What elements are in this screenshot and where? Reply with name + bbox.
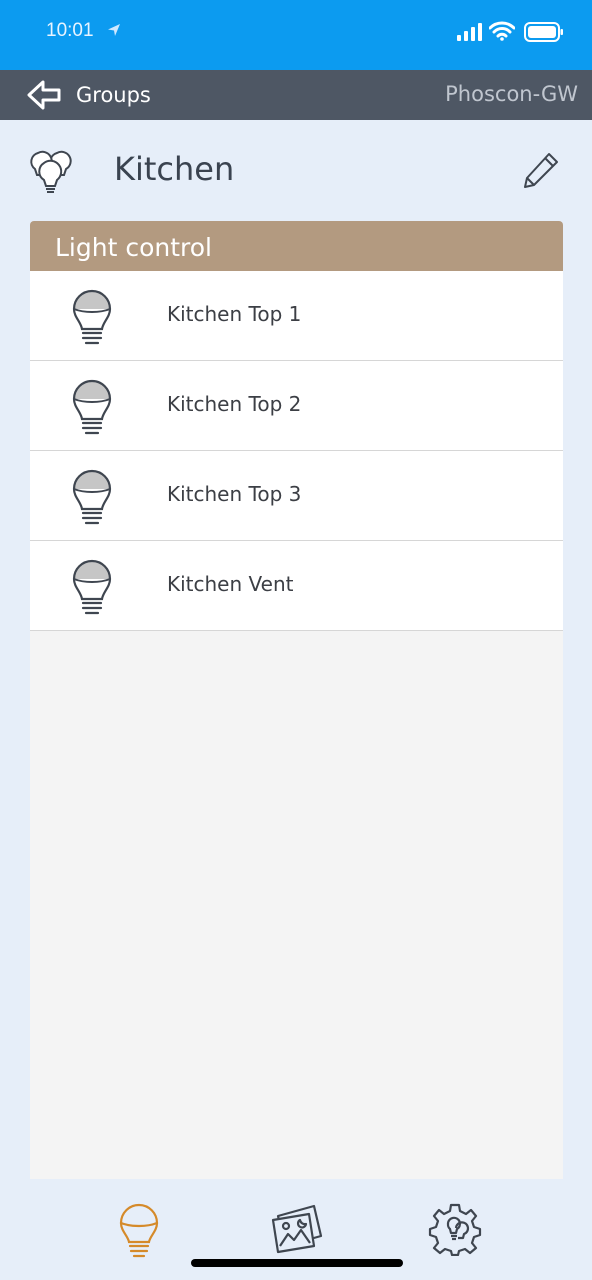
light-name: Kitchen Vent <box>167 572 294 596</box>
tab-lights-bulb-icon[interactable] <box>116 1202 162 1258</box>
status-bar: 10:01 <box>0 0 592 70</box>
light-row-kitchen-vent[interactable]: Kitchen Vent <box>30 541 563 631</box>
tab-settings-gear-icon[interactable] <box>428 1202 482 1256</box>
light-row-kitchen-top-1[interactable]: Kitchen Top 1 <box>30 271 563 361</box>
panel-title: Light control <box>30 221 563 271</box>
page-title: Kitchen <box>114 150 235 188</box>
nav-bar: Groups Phoscon-GW <box>0 70 592 120</box>
pencil-icon[interactable] <box>522 151 560 189</box>
bulbs-group-icon <box>30 150 72 193</box>
light-name: Kitchen Top 3 <box>167 482 302 506</box>
light-row-kitchen-top-3[interactable]: Kitchen Top 3 <box>30 451 563 541</box>
battery-icon <box>524 22 563 42</box>
status-time: 10:01 <box>46 20 94 41</box>
back-arrow-icon[interactable] <box>26 79 62 111</box>
home-indicator <box>191 1259 403 1267</box>
light-name: Kitchen Top 1 <box>167 302 302 326</box>
gateway-name: Phoscon-GW <box>445 82 578 106</box>
bulb-icon <box>72 379 112 435</box>
wifi-icon <box>489 21 515 41</box>
tab-scenes-icon[interactable] <box>270 1202 324 1256</box>
location-arrow-icon <box>108 24 120 36</box>
bulb-icon <box>72 559 112 615</box>
light-control-panel: Light control Kitchen Top 1 Kitchen Top … <box>30 221 563 1179</box>
back-button[interactable]: Groups <box>76 83 151 107</box>
bulb-icon <box>72 469 112 525</box>
cellular-signal-icon <box>457 23 482 41</box>
bulb-icon <box>72 289 112 345</box>
light-row-kitchen-top-2[interactable]: Kitchen Top 2 <box>30 361 563 451</box>
light-name: Kitchen Top 2 <box>167 392 302 416</box>
